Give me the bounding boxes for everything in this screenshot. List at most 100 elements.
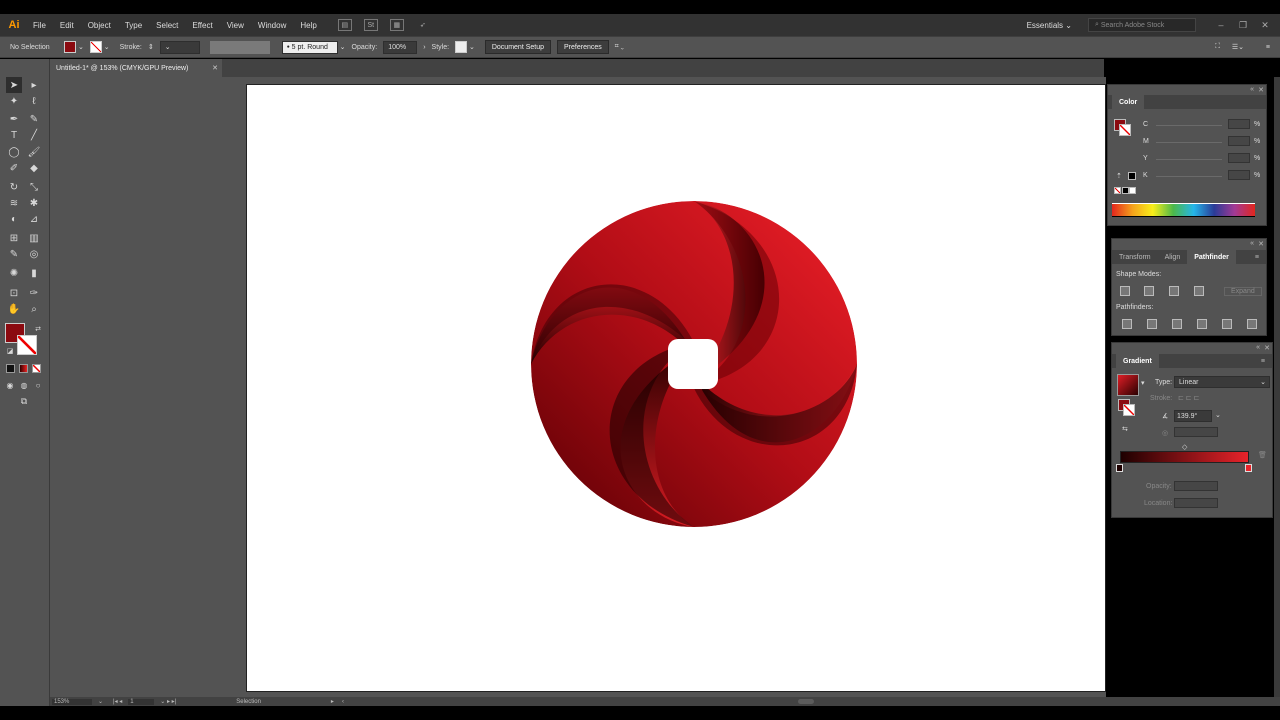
puppet-warp-tool-icon[interactable]: ✱	[26, 195, 42, 211]
perspective-grid-tool-icon[interactable]: ⊿	[26, 211, 42, 227]
opacity-arrow-icon[interactable]: ›	[423, 44, 425, 51]
close-panel-icon[interactable]: ✕	[1264, 344, 1270, 352]
variable-width-profile[interactable]	[209, 40, 270, 54]
divide-icon[interactable]	[1122, 319, 1132, 329]
gradient-slider[interactable]	[1120, 451, 1249, 463]
menu-effect[interactable]: Effect	[185, 21, 219, 30]
close-panel-icon[interactable]: ✕	[1258, 240, 1264, 248]
outline-icon[interactable]	[1222, 319, 1232, 329]
fill-swatch[interactable]: ⌄	[64, 41, 84, 53]
stop-opacity-field[interactable]	[1174, 481, 1218, 491]
width-tool-icon[interactable]: ≋	[6, 195, 22, 211]
panel-dock-scrollbar[interactable]	[1274, 77, 1280, 697]
color-panel-tab[interactable]: Color	[1112, 95, 1145, 109]
menu-file[interactable]: File	[26, 21, 53, 30]
direct-selection-tool-icon[interactable]: ▸	[26, 77, 42, 93]
menu-window[interactable]: Window	[251, 21, 293, 30]
stock-icon[interactable]: St	[363, 19, 378, 31]
yellow-slider[interactable]	[1156, 159, 1222, 160]
shape-builder-tool-icon[interactable]: ◐	[6, 211, 22, 227]
yellow-field[interactable]	[1228, 153, 1250, 163]
panel-menu-icon[interactable]: ≡	[1254, 354, 1272, 368]
hand-tool-icon[interactable]: ✋	[6, 301, 22, 317]
artboard-tool-icon[interactable]: ⊡	[6, 285, 22, 301]
gpu-performance-icon[interactable]: ➶	[416, 19, 430, 31]
intersect-icon[interactable]	[1169, 286, 1179, 296]
shaper-tool-icon[interactable]: ✐	[6, 160, 22, 176]
control-panel-menu-icon[interactable]: ≡	[1266, 44, 1270, 51]
stroke-weight-stepper[interactable]: ⇕	[148, 43, 154, 51]
trim-icon[interactable]	[1147, 319, 1157, 329]
color-mode-icon[interactable]	[6, 364, 15, 373]
zoom-field[interactable]: 153%	[52, 698, 92, 705]
close-icon[interactable]: ✕	[1258, 20, 1272, 31]
out-of-gamut-icon[interactable]: ⇡	[1116, 172, 1122, 180]
black-slider[interactable]	[1156, 176, 1222, 177]
type-tool-icon[interactable]: T	[6, 127, 22, 143]
gradient-panel-tab[interactable]: Gradient	[1116, 354, 1159, 368]
line-segment-tool-icon[interactable]: ╱	[26, 127, 42, 143]
exclude-icon[interactable]	[1194, 286, 1204, 296]
artboard-number-field[interactable]: 1	[128, 698, 155, 705]
unite-icon[interactable]	[1120, 286, 1130, 296]
crop-icon[interactable]	[1197, 319, 1207, 329]
merge-icon[interactable]	[1172, 319, 1182, 329]
mesh-tool-icon[interactable]: ⊞	[6, 230, 22, 246]
color-stroke-swatch[interactable]	[1119, 124, 1131, 136]
aspect-ratio-field[interactable]	[1174, 427, 1218, 437]
blend-tool-icon[interactable]: ◎	[26, 246, 42, 262]
white-quick-swatch[interactable]	[1129, 187, 1136, 194]
document-setup-button[interactable]: Document Setup	[484, 40, 552, 54]
minus-back-icon[interactable]	[1247, 319, 1257, 329]
tab-transform[interactable]: Transform	[1112, 250, 1158, 264]
menu-type[interactable]: Type	[118, 21, 149, 30]
stroke-color-box[interactable]	[17, 335, 37, 355]
status-menu-icon[interactable]: ▸	[331, 698, 334, 705]
gradient-mode-icon[interactable]	[19, 364, 28, 373]
tab-pathfinder[interactable]: Pathfinder	[1187, 250, 1236, 264]
bridge-icon[interactable]: ▤	[337, 19, 352, 31]
scale-tool-icon[interactable]: ⤡	[26, 179, 42, 195]
menu-select[interactable]: Select	[149, 21, 185, 30]
preferences-button[interactable]: Preferences	[557, 40, 609, 54]
panel-menu-icon[interactable]: ≡	[1248, 250, 1266, 264]
none-mode-icon[interactable]	[32, 364, 41, 373]
brush-definition[interactable]: ● 5 pt. Round ⌄	[281, 40, 346, 54]
next-artboard-icon[interactable]: ⌄ ▸ ▸|	[160, 698, 176, 705]
symbol-sprayer-tool-icon[interactable]: ✺	[6, 265, 22, 281]
zoom-tool-icon[interactable]: ⌕	[26, 301, 42, 317]
document-tab[interactable]: Untitled-1* @ 153% (CMYK/GPU Preview) ✕	[50, 59, 222, 77]
arrange-documents-icon[interactable]: ▦	[389, 19, 404, 31]
menu-view[interactable]: View	[220, 21, 251, 30]
draw-inside-icon[interactable]: ○	[30, 377, 46, 393]
delete-stop-icon[interactable]: 🗑	[1258, 451, 1267, 459]
slice-tool-icon[interactable]: ✑	[26, 285, 42, 301]
eyedropper-tool-icon[interactable]: ✎	[6, 246, 22, 262]
magenta-field[interactable]	[1228, 136, 1250, 146]
collapse-panel-icon[interactable]: «	[1250, 240, 1254, 247]
horizontal-scroll-left-icon[interactable]: ‹	[342, 699, 344, 705]
gradient-tool-icon[interactable]: ▥	[26, 230, 42, 246]
arrange-icon[interactable]: ⌗ ⌄	[615, 43, 624, 51]
collapse-panel-icon[interactable]: «	[1256, 344, 1260, 351]
angle-field[interactable]: 139.9°	[1174, 410, 1212, 422]
gradient-type-select[interactable]: Linear ⌄	[1174, 376, 1270, 388]
expand-button[interactable]: Expand	[1224, 287, 1262, 296]
cyan-field[interactable]	[1228, 119, 1250, 129]
black-field[interactable]	[1228, 170, 1250, 180]
eraser-tool-icon[interactable]: ◆	[26, 160, 42, 176]
restore-icon[interactable]: ❐	[1236, 20, 1250, 31]
stop-location-field[interactable]	[1174, 498, 1218, 508]
opacity-field[interactable]: 100%	[383, 40, 418, 54]
first-artboard-icon[interactable]: |◂ ◂	[113, 698, 122, 705]
tab-align[interactable]: Align	[1158, 250, 1188, 264]
angle-dropdown-icon[interactable]: ⌄	[1215, 411, 1221, 419]
panel-options-icon[interactable]: ⛶	[1215, 43, 1220, 51]
gradient-stop-light[interactable]	[1245, 464, 1252, 472]
zoom-dropdown-icon[interactable]: ⌄	[98, 698, 103, 705]
black-swatch[interactable]	[1128, 172, 1136, 180]
gradient-stop-dark[interactable]	[1116, 464, 1123, 472]
gradient-midpoint-icon[interactable]: ◇	[1182, 443, 1187, 451]
minus-front-icon[interactable]	[1144, 286, 1154, 296]
lasso-tool-icon[interactable]: ℓ	[26, 93, 42, 109]
